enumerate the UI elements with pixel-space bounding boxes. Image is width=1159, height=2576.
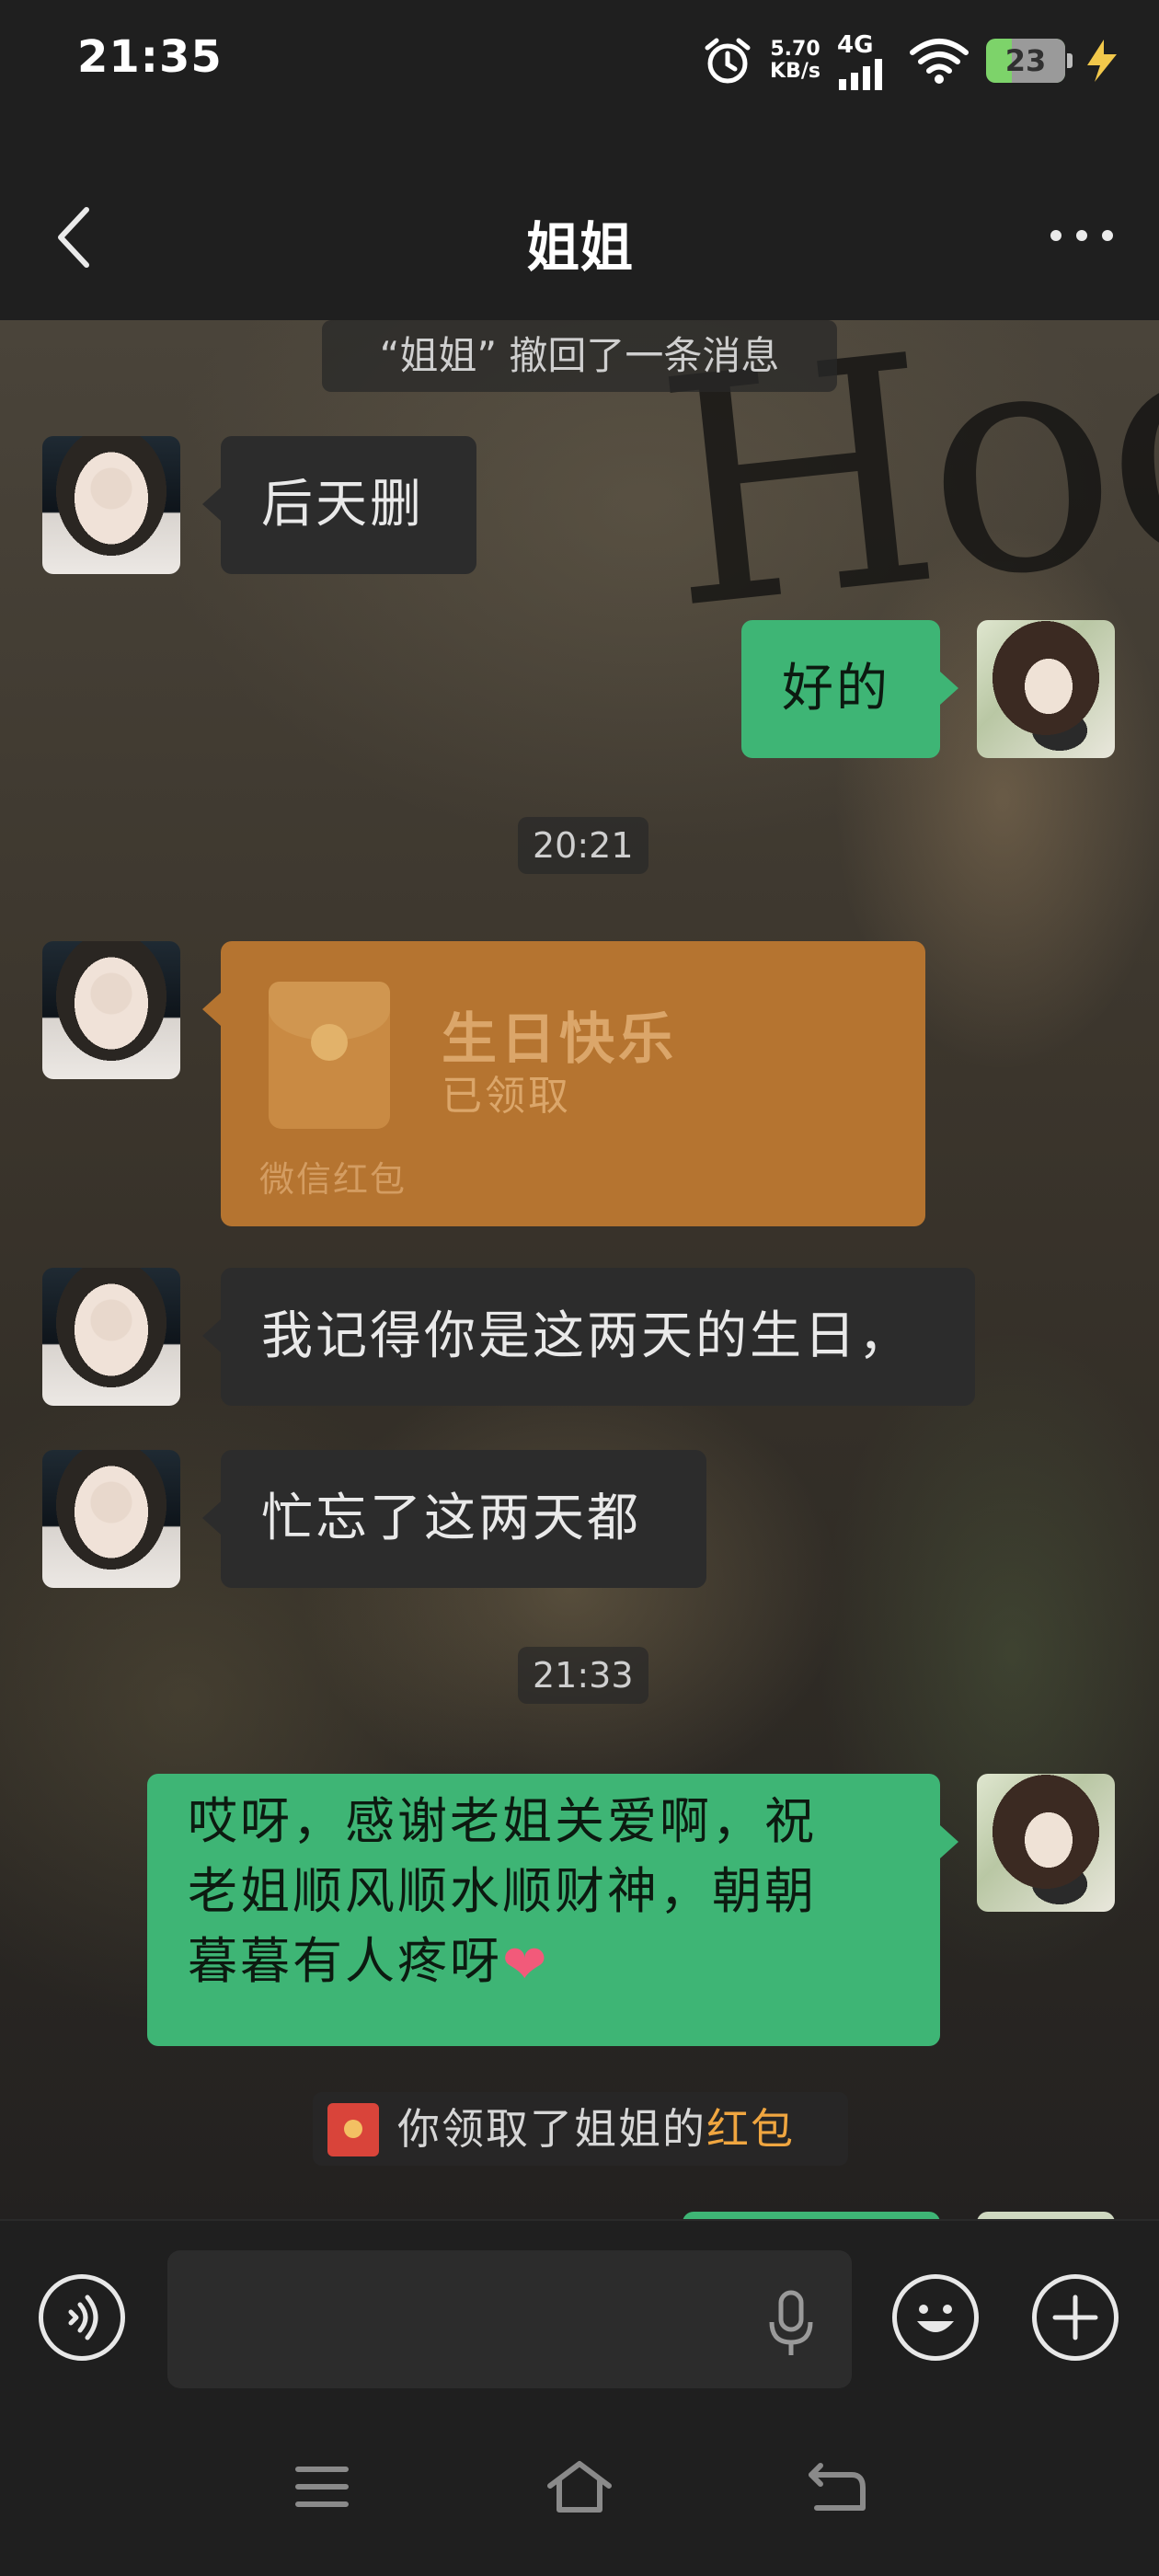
signal-bars-icon: [837, 59, 892, 90]
message-bubble-sent[interactable]: 哎呀，感谢老姐关爱啊，祝 老姐顺风顺水顺财神，朝朝 暮暮有人疼呀❤: [147, 1774, 958, 2046]
status-bar: 21:35 5.70 KB/s 4G 23: [0, 0, 1159, 120]
contact-avatar[interactable]: [42, 941, 180, 1079]
charging-icon: [1082, 38, 1122, 84]
plus-icon: [1037, 2279, 1114, 2356]
recent-apps-button[interactable]: [285, 2455, 359, 2519]
recall-notice: “姐姐” 撤回了一条消息: [322, 320, 837, 392]
network-speed: 5.70 KB/s: [770, 39, 820, 83]
heart-emoji-icon: ❤: [502, 1933, 550, 1996]
voice-icon: [43, 2279, 120, 2356]
chat-screen: 21:35 5.70 KB/s 4G 23 姐姐 Hoo “姐姐” 撤回了一条消…: [0, 0, 1159, 2576]
my-avatar[interactable]: [977, 620, 1115, 758]
home-button[interactable]: [543, 2455, 616, 2519]
my-avatar-partial[interactable]: [977, 2212, 1115, 2219]
message-line: 哎呀，感谢老姐关爱啊，祝: [188, 1792, 817, 1850]
contact-avatar[interactable]: [42, 436, 180, 574]
timestamp: 20:21: [518, 817, 648, 874]
chat-header: 姐姐: [0, 120, 1159, 320]
timestamp: 21:33: [518, 1647, 648, 1704]
red-packet-link[interactable]: 红包: [706, 2104, 795, 2154]
network-type: 4G: [837, 31, 874, 59]
voice-button[interactable]: [39, 2274, 125, 2361]
red-packet-message[interactable]: 生日快乐 已领取 微信红包: [202, 941, 925, 1226]
red-packet-icon: [327, 2103, 379, 2156]
more-button[interactable]: [1045, 217, 1119, 254]
battery-level: 23: [1004, 43, 1047, 78]
battery-indicator: 23: [986, 39, 1073, 83]
message-line: 老姐顺风顺水顺财神，朝朝: [188, 1862, 817, 1920]
notice-prefix: 你领取了姐姐的: [397, 2104, 706, 2154]
message-bubble-received[interactable]: 后天删: [202, 436, 476, 574]
red-packet-status: 已领取: [442, 1073, 571, 1120]
emoji-button[interactable]: [892, 2274, 979, 2361]
system-navigation-bar: [0, 2394, 1159, 2576]
cell-signal: 4G: [837, 31, 892, 90]
red-packet-label: 微信红包: [259, 1159, 407, 1200]
status-icons: 5.70 KB/s 4G 23: [702, 31, 1122, 90]
status-time: 21:35: [77, 31, 223, 83]
alarm-icon: [702, 35, 753, 86]
red-packet-received-notice: 你领取了姐姐的红包: [313, 2092, 848, 2166]
message-input[interactable]: [167, 2250, 852, 2388]
network-speed-unit: KB/s: [770, 60, 820, 83]
notice-text: 你领取了姐姐的红包: [397, 2092, 795, 2166]
chat-title: 姐姐: [525, 216, 633, 279]
more-dots-icon: [1045, 217, 1119, 254]
input-bar: [0, 2219, 1159, 2396]
emoji-icon: [897, 2279, 974, 2356]
mic-icon: [763, 2287, 819, 2361]
contact-avatar[interactable]: [42, 1268, 180, 1406]
message-bubble-received[interactable]: 忙忘了这两天都: [202, 1450, 706, 1588]
my-avatar[interactable]: [977, 1774, 1115, 1912]
message-list[interactable]: Hoo “姐姐” 撤回了一条消息 后天删 好的 20:21 生日快乐 已领取 微…: [0, 320, 1159, 2219]
message-bubble-sent-partial[interactable]: [683, 2212, 940, 2219]
home-icon: [543, 2455, 616, 2519]
contact-avatar[interactable]: [42, 1450, 180, 1588]
wifi-icon: [909, 36, 970, 86]
mic-button[interactable]: [763, 2287, 819, 2361]
system-back-button[interactable]: [800, 2455, 874, 2519]
menu-icon: [285, 2455, 359, 2519]
message-bubble-sent[interactable]: 好的: [741, 620, 958, 758]
back-arrow-icon: [800, 2455, 874, 2519]
network-speed-value: 5.70: [770, 38, 820, 61]
more-functions-button[interactable]: [1032, 2274, 1119, 2361]
red-packet-icon: [269, 982, 390, 1129]
message-bubble-received[interactable]: 我记得你是这两天的生日，: [202, 1268, 975, 1406]
message-line-with-emoji: 暮暮有人疼呀❤: [188, 1926, 900, 1999]
message-line: 暮暮有人疼呀: [188, 1932, 502, 1990]
